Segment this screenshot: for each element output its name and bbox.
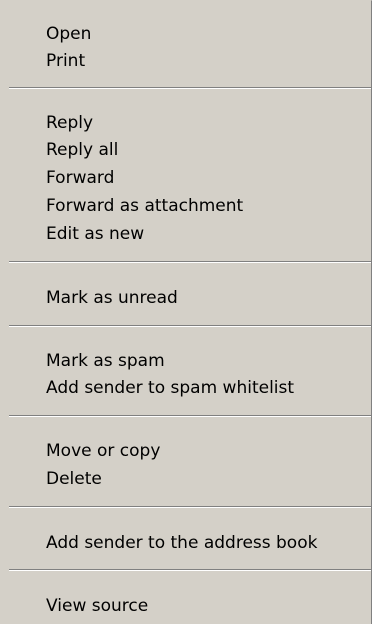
- menu-item-move-or-copy[interactable]: Move or copy: [46, 439, 160, 463]
- menu-separator: [9, 87, 371, 89]
- menu-item-mark-as-spam[interactable]: Mark as spam: [46, 349, 165, 373]
- menu-separator: [9, 569, 371, 571]
- menu-item-reply[interactable]: Reply: [46, 111, 93, 135]
- menu-item-edit-as-new[interactable]: Edit as new: [46, 222, 144, 246]
- menu-item-open[interactable]: Open: [46, 22, 91, 46]
- menu-item-mark-as-unread[interactable]: Mark as unread: [46, 286, 178, 310]
- menu-separator: [9, 325, 371, 327]
- menu-separator: [9, 506, 371, 508]
- menu-item-print[interactable]: Print: [46, 49, 85, 73]
- menu-separator: [9, 261, 371, 263]
- menu-item-add-sender-to-spam-whitelist[interactable]: Add sender to spam whitelist: [46, 376, 294, 400]
- menu-item-reply-all[interactable]: Reply all: [46, 138, 118, 162]
- context-menu: Open Print Reply Reply all Forward Forwa…: [0, 0, 372, 624]
- menu-item-forward-as-attachment[interactable]: Forward as attachment: [46, 194, 243, 218]
- menu-item-forward[interactable]: Forward: [46, 166, 114, 190]
- menu-item-view-source[interactable]: View source: [46, 594, 148, 618]
- menu-separator: [9, 415, 371, 417]
- menu-item-delete[interactable]: Delete: [46, 467, 102, 491]
- menu-item-add-sender-to-address-book[interactable]: Add sender to the address book: [46, 531, 317, 555]
